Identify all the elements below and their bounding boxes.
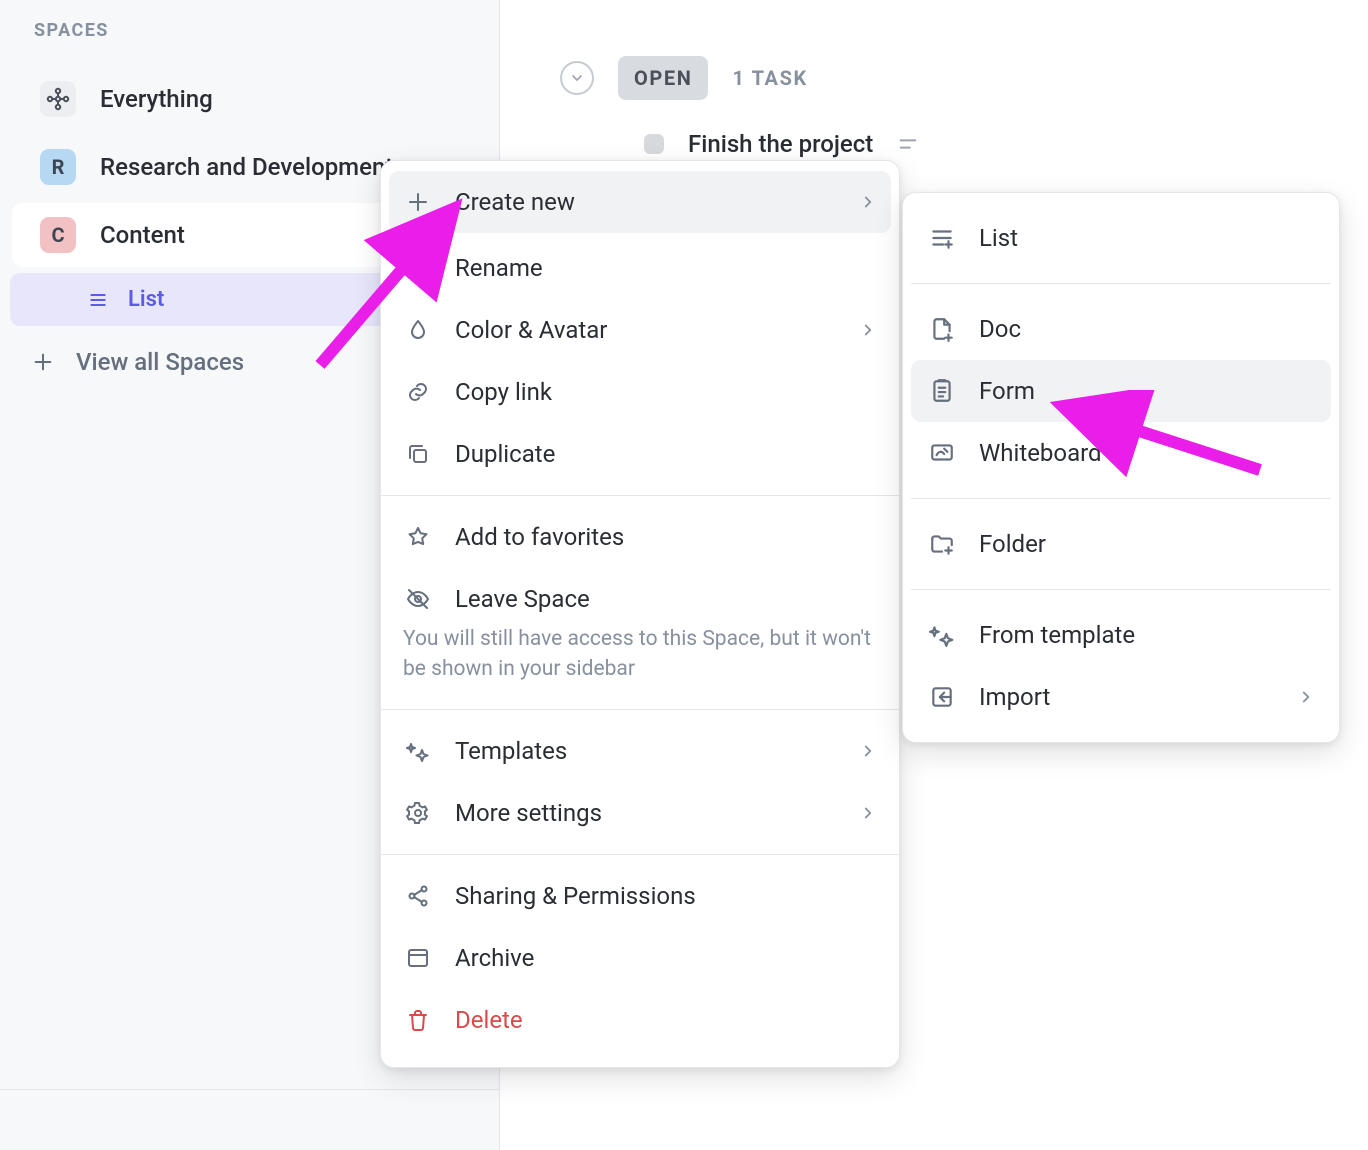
ctx-leave-note: You will still have access to this Space… bbox=[381, 620, 899, 699]
ctx-separator bbox=[381, 709, 899, 710]
ctx-item-label: More settings bbox=[455, 799, 602, 827]
sub-doc[interactable]: Doc bbox=[911, 298, 1331, 360]
list-icon bbox=[88, 290, 108, 310]
ctx-item-label: Leave Space bbox=[455, 585, 590, 613]
chevron-right-icon bbox=[1297, 688, 1315, 706]
plus-icon bbox=[32, 351, 54, 373]
ctx-item-label: Sharing & Permissions bbox=[455, 882, 696, 910]
folder-add-icon bbox=[927, 529, 957, 559]
sidebar-sublist-label: List bbox=[128, 287, 164, 312]
task-count: 1 TASK bbox=[732, 66, 807, 90]
ctx-leave-space[interactable]: Leave Space bbox=[381, 568, 899, 620]
status-row: OPEN 1 TASK bbox=[560, 56, 1368, 100]
space-chip-c: C bbox=[40, 217, 76, 253]
sub-item-label: From template bbox=[979, 621, 1135, 649]
sparkle-icon bbox=[927, 620, 957, 650]
ctx-item-label: Delete bbox=[455, 1006, 523, 1034]
ctx-delete[interactable]: Delete bbox=[381, 989, 899, 1051]
hub-icon bbox=[40, 81, 76, 117]
duplicate-icon bbox=[403, 439, 433, 469]
ctx-add-favorites[interactable]: Add to favorites bbox=[381, 506, 899, 568]
task-title: Finish the project bbox=[688, 130, 873, 158]
sub-list[interactable]: List bbox=[911, 207, 1331, 269]
ctx-item-label: Color & Avatar bbox=[455, 316, 607, 344]
import-icon bbox=[927, 682, 957, 712]
ctx-templates[interactable]: Templates bbox=[381, 720, 899, 782]
sidebar-item-everything[interactable]: Everything bbox=[12, 67, 487, 131]
sub-item-label: Import bbox=[979, 683, 1050, 711]
star-icon bbox=[403, 522, 433, 552]
ctx-item-label: Add to favorites bbox=[455, 523, 624, 551]
sub-separator bbox=[911, 283, 1331, 284]
chevron-right-icon bbox=[859, 742, 877, 760]
sidebar-item-label: Everything bbox=[100, 85, 213, 113]
sub-item-label: List bbox=[979, 224, 1018, 252]
sub-item-label: Form bbox=[979, 377, 1035, 405]
annotation-arrow-create-new bbox=[300, 195, 470, 385]
chevron-right-icon bbox=[859, 193, 877, 211]
sub-import[interactable]: Import bbox=[911, 666, 1331, 728]
collapse-toggle[interactable] bbox=[560, 61, 594, 95]
task-options-icon[interactable] bbox=[897, 133, 919, 155]
sidebar-view-all-label: View all Spaces bbox=[76, 348, 244, 376]
eye-off-icon bbox=[403, 584, 433, 614]
task-row[interactable]: Finish the project bbox=[644, 130, 1368, 158]
sub-item-label: Folder bbox=[979, 530, 1046, 558]
chevron-right-icon bbox=[859, 321, 877, 339]
sub-folder[interactable]: Folder bbox=[911, 513, 1331, 575]
sidebar-section-label: SPACES bbox=[0, 8, 499, 63]
ctx-more-settings[interactable]: More settings bbox=[381, 782, 899, 844]
sidebar-divider bbox=[0, 1089, 499, 1090]
ctx-separator bbox=[381, 854, 899, 855]
ctx-separator bbox=[381, 495, 899, 496]
sub-from-template[interactable]: From template bbox=[911, 604, 1331, 666]
sidebar-item-label: Research and Development bbox=[100, 153, 393, 181]
sub-separator bbox=[911, 498, 1331, 499]
sub-item-label: Doc bbox=[979, 315, 1021, 343]
doc-add-icon bbox=[927, 314, 957, 344]
archive-icon bbox=[403, 943, 433, 973]
ctx-sharing[interactable]: Sharing & Permissions bbox=[381, 865, 899, 927]
task-status-square[interactable] bbox=[644, 134, 664, 154]
list-add-icon bbox=[927, 223, 957, 253]
space-chip-r: R bbox=[40, 149, 76, 185]
form-icon bbox=[927, 376, 957, 406]
whiteboard-icon bbox=[927, 438, 957, 468]
sparkle-icon bbox=[403, 736, 433, 766]
sidebar-item-label: Content bbox=[100, 221, 185, 249]
ctx-duplicate[interactable]: Duplicate bbox=[381, 423, 899, 485]
sub-separator bbox=[911, 589, 1331, 590]
chevron-right-icon bbox=[859, 804, 877, 822]
trash-icon bbox=[403, 1005, 433, 1035]
ctx-item-label: Templates bbox=[455, 737, 567, 765]
ctx-item-label: Archive bbox=[455, 944, 534, 972]
ctx-item-label: Create new bbox=[455, 188, 575, 216]
status-pill-open[interactable]: OPEN bbox=[618, 56, 708, 100]
gear-icon bbox=[403, 798, 433, 828]
share-icon bbox=[403, 881, 433, 911]
ctx-archive[interactable]: Archive bbox=[381, 927, 899, 989]
annotation-arrow-form bbox=[1050, 390, 1280, 490]
ctx-item-label: Duplicate bbox=[455, 440, 555, 468]
